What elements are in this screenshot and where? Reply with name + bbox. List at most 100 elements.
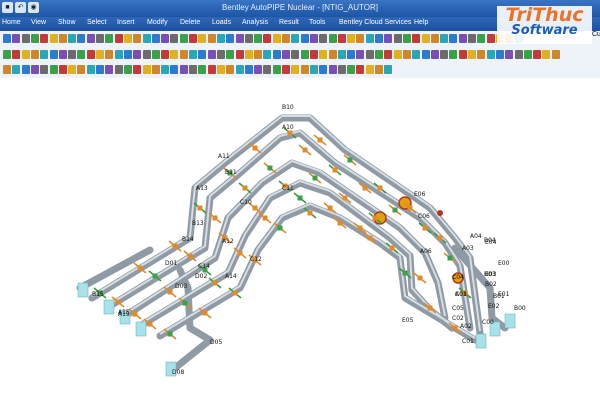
toolbar-tool-icon[interactable] — [235, 50, 244, 59]
toolbar-tool-icon[interactable] — [235, 34, 244, 43]
toolbar-tool-icon[interactable] — [105, 34, 114, 43]
toolbar-tool-icon[interactable] — [477, 34, 486, 43]
pipe-support[interactable] — [298, 144, 312, 156]
toolbar-tool-icon[interactable] — [207, 50, 216, 59]
toolbar-tool-icon[interactable] — [30, 34, 39, 43]
toolbar-tool-icon[interactable] — [216, 65, 225, 74]
pipe-support[interactable] — [248, 142, 262, 154]
toolbar-tool-icon[interactable] — [263, 65, 272, 74]
toolbar-tool-icon[interactable] — [291, 50, 300, 59]
menu-help[interactable]: Help — [414, 19, 428, 26]
node-label[interactable]: C04 — [452, 274, 464, 281]
toolbar-tool-icon[interactable] — [151, 50, 160, 59]
node-label[interactable]: A11 — [218, 153, 230, 160]
toolbar-tool-icon[interactable] — [40, 34, 49, 43]
toolbar-tool-icon[interactable] — [272, 34, 281, 43]
toolbar-tool-icon[interactable] — [337, 34, 346, 43]
toolbar-tool-icon[interactable] — [12, 34, 21, 43]
node-label[interactable]: C14 — [198, 263, 210, 270]
node-label[interactable]: A02 — [460, 323, 472, 330]
model-viewport[interactable]: B10 A10 A11 B11 A13 B13 C10 C11 C12 C14 A15 B14 D05 D… — [0, 78, 600, 400]
toolbar-tool-icon[interactable] — [86, 65, 95, 74]
toolbar-tool-icon[interactable] — [189, 50, 197, 59]
toolbar-tool-icon[interactable] — [365, 65, 374, 74]
node-label[interactable]: D08 — [172, 369, 184, 376]
menu-select[interactable]: Select — [87, 19, 106, 26]
toolbar-tool-icon[interactable] — [226, 50, 235, 59]
toolbar-tool-icon[interactable] — [523, 50, 532, 59]
toolbar-tool-icon[interactable] — [68, 65, 77, 74]
node-label[interactable]: A12 — [222, 238, 234, 245]
toolbar-tool-icon[interactable] — [49, 34, 58, 43]
toolbar-tool-icon[interactable] — [458, 50, 467, 59]
toolbar-tool-icon[interactable] — [254, 34, 263, 43]
toolbar-tool-icon[interactable] — [282, 50, 290, 59]
toolbar-tool-icon[interactable] — [170, 50, 179, 59]
toolbar-tool-icon[interactable] — [495, 50, 504, 59]
toolbar-tool-icon[interactable] — [263, 50, 272, 59]
anchor-right-3[interactable] — [504, 313, 516, 329]
toolbar-tool-icon[interactable] — [189, 34, 197, 43]
node-label[interactable]: A14 — [225, 273, 237, 280]
toolbar-tool-icon[interactable] — [189, 65, 197, 74]
toolbar-tool-icon[interactable] — [319, 65, 328, 74]
toolbar-tool-icon[interactable] — [151, 65, 160, 74]
toolbar-tool-icon[interactable] — [198, 65, 207, 74]
toolbar-tool-icon[interactable] — [272, 65, 281, 74]
node-label[interactable]: B15 — [92, 291, 104, 298]
toolbar-tool-icon[interactable] — [30, 50, 39, 59]
pipe-support[interactable] — [238, 182, 252, 194]
toolbar-tool-icon[interactable] — [244, 50, 253, 59]
menu-result[interactable]: Result — [279, 19, 299, 26]
node-label[interactable]: D01 — [165, 260, 177, 267]
toolbar-tool-icon[interactable] — [282, 65, 290, 74]
toolbar-tool-icon[interactable] — [319, 50, 328, 59]
toolbar-tool-icon[interactable] — [3, 65, 11, 74]
toolbar-tool-icon[interactable] — [393, 50, 402, 59]
toolbar-tool-icon[interactable] — [430, 34, 439, 43]
toolbar-tool-icon[interactable] — [21, 65, 30, 74]
toolbar-tool-icon[interactable] — [449, 50, 458, 59]
toolbar-tool-icon[interactable] — [291, 34, 300, 43]
toolbar-tool-icon[interactable] — [365, 34, 374, 43]
toolbar-tool-icon[interactable] — [68, 50, 77, 59]
node-label[interactable]: A19 — [118, 311, 130, 318]
toolbar-tool-icon[interactable] — [375, 65, 383, 74]
node-label[interactable]: A06 — [420, 248, 432, 255]
menu-show[interactable]: Show — [58, 19, 76, 26]
toolbar-tool-icon[interactable] — [468, 34, 476, 43]
toolbar-tool-icon[interactable] — [384, 65, 393, 74]
node-label[interactable]: D03 — [175, 283, 187, 290]
toolbar-tool-icon[interactable] — [133, 65, 142, 74]
toolbar-tool-icon[interactable] — [96, 34, 104, 43]
toolbar-tool-icon[interactable] — [356, 34, 365, 43]
menu-insert[interactable]: Insert — [117, 19, 135, 26]
anchor-left-4[interactable] — [135, 321, 147, 337]
toolbar-tool-icon[interactable] — [449, 34, 458, 43]
toolbar-tool-icon[interactable] — [402, 50, 411, 59]
toolbar-tool-icon[interactable] — [282, 34, 290, 43]
toolbar-tool-icon[interactable] — [30, 65, 39, 74]
node-label[interactable]: C05 — [452, 305, 464, 312]
toolbar-tool-icon[interactable] — [198, 34, 207, 43]
toolbar-tool-icon[interactable] — [440, 34, 449, 43]
toolbar-tool-icon[interactable] — [254, 50, 263, 59]
toolbar-tool-icon[interactable] — [114, 34, 123, 43]
toolbar-tool-icon[interactable] — [375, 34, 383, 43]
node-label[interactable]: E05 — [402, 317, 414, 324]
toolbar-tool-icon[interactable] — [375, 50, 383, 59]
toolbar-tool-icon[interactable] — [3, 50, 11, 59]
toolbar-tool-icon[interactable] — [244, 65, 253, 74]
toolbar-tool-icon[interactable] — [170, 34, 179, 43]
node-label[interactable]: C06 — [418, 213, 430, 220]
toolbar-tool-icon[interactable] — [58, 50, 67, 59]
menu-tools[interactable]: Tools — [309, 19, 325, 26]
toolbar-tool-icon[interactable] — [142, 34, 151, 43]
toolbar-tool-icon[interactable] — [77, 65, 86, 74]
toolbar-tool-icon[interactable] — [40, 50, 49, 59]
toolbar-tool-icon[interactable] — [328, 50, 337, 59]
menu-modify[interactable]: Modify — [147, 19, 168, 26]
toolbar-tool-icon[interactable] — [12, 50, 21, 59]
toolbar-tool-icon[interactable] — [133, 34, 142, 43]
toolbar-tool-icon[interactable] — [216, 50, 225, 59]
